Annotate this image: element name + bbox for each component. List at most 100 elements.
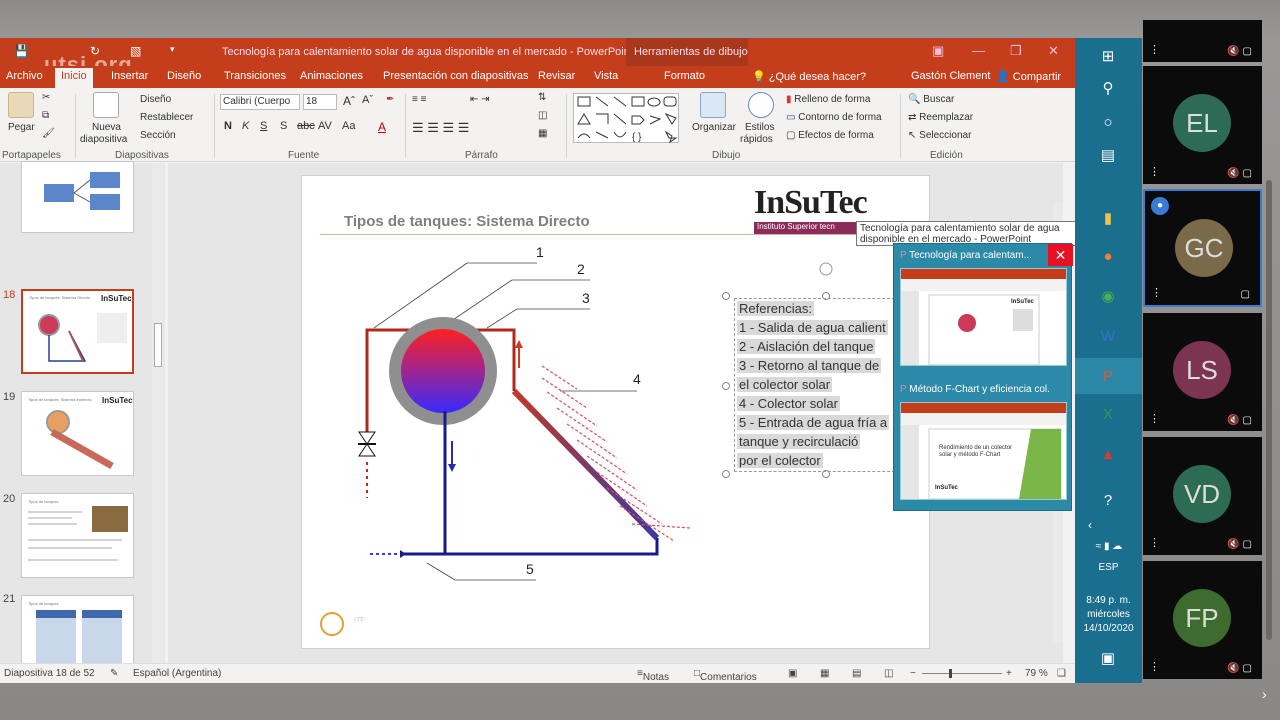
- participant-tile-active[interactable]: ● GC ⋮ ▢: [1143, 189, 1262, 307]
- bold-icon[interactable]: N: [224, 120, 232, 132]
- pin-icon[interactable]: ●: [1151, 197, 1169, 215]
- minimize-icon[interactable]: —: [972, 43, 985, 58]
- thumbnail-17[interactable]: [21, 161, 134, 233]
- scrollbar-thumb[interactable]: [154, 323, 162, 367]
- file-explorer-icon[interactable]: ▮: [1097, 208, 1119, 230]
- close-icon[interactable]: ✕: [1048, 43, 1059, 59]
- replace-button[interactable]: ⇄ Reemplazar: [908, 112, 973, 123]
- font-color-icon[interactable]: A: [378, 120, 386, 134]
- maximize-icon[interactable]: ❐: [1010, 43, 1022, 59]
- tab-diseno[interactable]: Diseño: [167, 70, 201, 82]
- more-icon[interactable]: ⋮: [1151, 286, 1162, 299]
- indent-icon[interactable]: ⇤ ⇥: [470, 94, 490, 105]
- zoom-slider-thumb[interactable]: [949, 669, 952, 678]
- layout-button[interactable]: Diseño: [140, 94, 171, 105]
- excel-icon[interactable]: X: [1097, 404, 1119, 426]
- acrobat-icon[interactable]: ▲: [1097, 444, 1119, 466]
- tab-insertar[interactable]: Insertar: [111, 70, 148, 82]
- new-slide-icon[interactable]: [93, 92, 119, 118]
- notification-icon[interactable]: ▣: [1097, 648, 1119, 670]
- participant-tile[interactable]: ⋮ 🔇 ▢: [1143, 20, 1262, 62]
- firefox-icon[interactable]: ●: [1097, 246, 1119, 268]
- tab-vista[interactable]: Vista: [594, 70, 618, 82]
- reset-button[interactable]: Restablecer: [140, 112, 193, 123]
- tray-icons[interactable]: ≈ ▮ ☁: [1083, 536, 1135, 558]
- quick-styles-label-1[interactable]: Estilos: [745, 122, 774, 133]
- align-text-icon[interactable]: ◫: [538, 110, 547, 121]
- shape-effects-button[interactable]: ▢ Efectos de forma: [786, 130, 874, 141]
- shape-outline-button[interactable]: ▭ Contorno de forma: [786, 112, 882, 123]
- notes-button[interactable]: ≡ Notas: [637, 668, 669, 683]
- case-icon[interactable]: Aa: [342, 120, 355, 132]
- cut-icon[interactable]: ✂: [42, 92, 50, 103]
- quick-styles-icon[interactable]: [748, 92, 774, 118]
- font-name-field[interactable]: Calibri (Cuerpo: [220, 94, 300, 110]
- bullets-icon[interactable]: ≡ ≡: [412, 94, 426, 105]
- tab-transiciones[interactable]: Transiciones: [224, 70, 286, 82]
- more-icon[interactable]: ⋮: [1149, 660, 1160, 673]
- zoom-slider[interactable]: [922, 673, 1002, 674]
- tab-presentacion[interactable]: Presentación con diapositivas: [383, 70, 529, 82]
- search-icon[interactable]: ⚲: [1097, 78, 1119, 100]
- powerpoint-taskbar-icon[interactable]: P: [1097, 366, 1119, 388]
- ribbon-display-icon[interactable]: ▣: [932, 43, 944, 59]
- more-icon[interactable]: ⋮: [1149, 412, 1160, 425]
- participant-tile[interactable]: EL ⋮ 🔇 ▢: [1143, 66, 1262, 184]
- participant-tile[interactable]: LS ⋮ 🔇 ▢: [1143, 313, 1262, 431]
- input-language[interactable]: ESP: [1075, 562, 1142, 573]
- font-size-field[interactable]: 18: [303, 94, 337, 110]
- task-view-icon[interactable]: ▤: [1097, 145, 1119, 167]
- shrink-font-icon[interactable]: Aˇ: [362, 94, 373, 106]
- preview-1-thumbnail[interactable]: InSuTec: [900, 268, 1067, 366]
- italic-icon[interactable]: K: [242, 120, 249, 132]
- thumbnail-18[interactable]: Tipos de tanques: Sistema Directo InSuTe…: [21, 289, 134, 374]
- tab-revisar[interactable]: Revisar: [538, 70, 575, 82]
- sorter-view-icon[interactable]: ▦: [820, 668, 829, 679]
- shapes-gallery[interactable]: { }: [573, 93, 679, 144]
- section-button[interactable]: Sección: [140, 130, 176, 141]
- grow-font-icon[interactable]: Aˆ: [343, 94, 355, 108]
- zoom-out-icon[interactable]: −: [910, 668, 916, 679]
- user-name[interactable]: Gastón Clement: [911, 70, 990, 82]
- quick-styles-label-2[interactable]: rápidos: [740, 134, 773, 145]
- tab-animaciones[interactable]: Animaciones: [300, 70, 363, 82]
- help-icon[interactable]: ?: [1097, 490, 1119, 512]
- participants-scrollbar[interactable]: [1266, 180, 1272, 640]
- tell-me-input[interactable]: 💡 ¿Qué desea hacer?: [752, 70, 866, 83]
- normal-view-icon[interactable]: ▣: [788, 668, 797, 679]
- align-icons[interactable]: ☰ ☰ ☰ ☰: [412, 120, 469, 136]
- find-button[interactable]: 🔍 Buscar: [908, 94, 954, 105]
- select-button[interactable]: ↖ Seleccionar: [908, 130, 971, 141]
- paste-button[interactable]: Pegar: [8, 122, 35, 133]
- text-direction-icon[interactable]: ⇅: [538, 92, 546, 103]
- more-icon[interactable]: ⋮: [1149, 536, 1160, 549]
- participant-tile[interactable]: VD ⋮ 🔇 ▢: [1143, 437, 1262, 555]
- clear-format-icon[interactable]: ✒: [386, 94, 394, 105]
- slide-canvas[interactable]: Tipos de tanques: Sistema Directo InSuTe…: [301, 175, 930, 649]
- underline-icon[interactable]: S: [260, 120, 267, 132]
- customize-qa-icon[interactable]: ▾: [170, 44, 175, 55]
- tab-formato[interactable]: Formato: [664, 70, 705, 82]
- chrome-icon[interactable]: ◉: [1097, 286, 1119, 308]
- shape-fill-button[interactable]: ▮ Relleno de forma: [786, 94, 870, 105]
- start-icon[interactable]: ⊞: [1097, 46, 1119, 68]
- zoom-level[interactable]: 79 %: [1025, 668, 1048, 679]
- smartart-icon[interactable]: ▦: [538, 128, 547, 139]
- reading-view-icon[interactable]: ▤: [852, 668, 861, 679]
- preview-close-button[interactable]: ✕: [1048, 244, 1073, 266]
- new-slide-label-1[interactable]: Nueva: [92, 122, 121, 133]
- format-painter-icon[interactable]: 🖌: [42, 128, 55, 139]
- arrange-icon[interactable]: [700, 92, 726, 118]
- preview-2-title[interactable]: P Método F-Chart y eficiencia col...: [900, 384, 1050, 395]
- shadow-icon[interactable]: S: [280, 120, 287, 132]
- paste-icon[interactable]: [8, 92, 34, 118]
- more-icon[interactable]: ⋮: [1149, 165, 1160, 178]
- tab-archivo[interactable]: Archivo: [6, 70, 43, 82]
- references-textbox[interactable]: Referencias: 1 - Salida de agua calient …: [734, 298, 900, 472]
- copy-icon[interactable]: ⧉: [42, 110, 49, 121]
- new-slide-label-2[interactable]: diapositiva: [80, 134, 127, 145]
- thumbnail-20[interactable]: Tipos de tanques: [21, 493, 134, 578]
- thumbnail-19[interactable]: Tipos de tanques: Sistema Indirecto InSu…: [21, 391, 134, 476]
- fit-slide-icon[interactable]: ❏: [1057, 668, 1066, 679]
- word-icon[interactable]: W: [1097, 326, 1119, 348]
